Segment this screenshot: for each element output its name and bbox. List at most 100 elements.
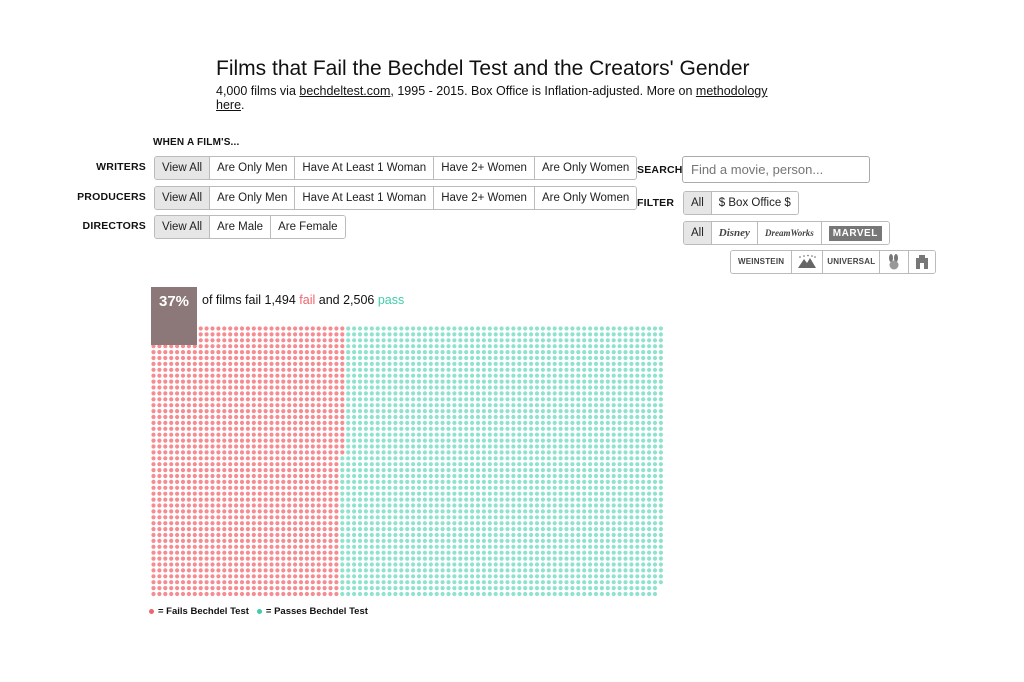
pass-dot[interactable] xyxy=(381,450,386,455)
pass-dot[interactable] xyxy=(422,426,427,431)
fail-dot[interactable] xyxy=(216,326,221,331)
pass-dot[interactable] xyxy=(434,397,439,402)
pass-dot[interactable] xyxy=(464,591,469,597)
pass-dot[interactable] xyxy=(511,479,516,484)
pass-dot[interactable] xyxy=(629,544,634,549)
pass-dot[interactable] xyxy=(475,503,481,508)
pass-dot[interactable] xyxy=(652,591,658,597)
fail-dot[interactable] xyxy=(192,515,197,520)
pass-dot[interactable] xyxy=(534,420,540,425)
fail-dot[interactable] xyxy=(328,586,333,591)
pass-dot[interactable] xyxy=(352,485,357,490)
pass-dot[interactable] xyxy=(570,468,575,473)
fail-dot[interactable] xyxy=(234,344,239,349)
fail-dot[interactable] xyxy=(251,391,256,396)
fail-dot[interactable] xyxy=(234,403,239,408)
pass-dot[interactable] xyxy=(422,468,427,473)
pass-dot[interactable] xyxy=(658,485,664,490)
pass-dot[interactable] xyxy=(658,544,664,549)
fail-dot[interactable] xyxy=(257,544,262,549)
pass-dot[interactable] xyxy=(540,385,546,390)
pass-dot[interactable] xyxy=(440,473,445,479)
pass-dot[interactable] xyxy=(652,338,658,343)
fail-dot[interactable] xyxy=(222,385,227,390)
fail-dot[interactable] xyxy=(251,521,256,526)
pass-dot[interactable] xyxy=(422,350,427,355)
fail-dot[interactable] xyxy=(216,515,221,520)
pass-dot[interactable] xyxy=(475,527,481,532)
pass-dot[interactable] xyxy=(440,491,445,496)
fail-dot[interactable] xyxy=(263,550,268,555)
pass-dot[interactable] xyxy=(369,538,374,544)
fail-dot[interactable] xyxy=(251,503,256,508)
fail-dot[interactable] xyxy=(257,403,262,408)
pass-dot[interactable] xyxy=(570,338,575,343)
pass-dot[interactable] xyxy=(641,326,646,331)
pass-dot[interactable] xyxy=(375,580,380,585)
pass-dot[interactable] xyxy=(599,344,605,349)
fail-dot[interactable] xyxy=(298,367,304,372)
pass-dot[interactable] xyxy=(588,385,593,390)
pass-dot[interactable] xyxy=(387,420,392,425)
pass-dot[interactable] xyxy=(505,568,510,573)
pass-dot[interactable] xyxy=(647,473,652,479)
fail-dot[interactable] xyxy=(228,426,233,431)
pass-dot[interactable] xyxy=(440,509,445,514)
pass-dot[interactable] xyxy=(652,450,658,455)
fail-dot[interactable] xyxy=(216,420,221,425)
fail-dot[interactable] xyxy=(192,491,197,496)
pass-dot[interactable] xyxy=(658,574,664,579)
pass-dot[interactable] xyxy=(470,338,475,343)
pass-dot[interactable] xyxy=(534,409,540,414)
pass-dot[interactable] xyxy=(635,491,640,496)
pass-dot[interactable] xyxy=(458,485,463,490)
fail-dot[interactable] xyxy=(175,468,180,473)
pass-dot[interactable] xyxy=(529,532,534,538)
fail-dot[interactable] xyxy=(269,409,274,414)
pass-dot[interactable] xyxy=(623,397,628,402)
pass-dot[interactable] xyxy=(605,556,610,561)
pass-dot[interactable] xyxy=(629,580,634,585)
fail-dot[interactable] xyxy=(275,350,280,355)
pass-dot[interactable] xyxy=(540,550,546,555)
pass-dot[interactable] xyxy=(458,527,463,532)
pass-dot[interactable] xyxy=(652,479,658,484)
fail-dot[interactable] xyxy=(293,332,298,337)
pass-dot[interactable] xyxy=(470,586,475,591)
pass-dot[interactable] xyxy=(529,527,534,532)
pass-dot[interactable] xyxy=(505,562,510,567)
fail-dot[interactable] xyxy=(293,544,298,549)
fail-dot[interactable] xyxy=(239,373,245,378)
pass-dot[interactable] xyxy=(493,521,498,526)
pass-dot[interactable] xyxy=(505,438,510,443)
pass-dot[interactable] xyxy=(352,456,357,461)
pass-dot[interactable] xyxy=(658,468,664,473)
fail-dot[interactable] xyxy=(198,556,203,561)
pass-dot[interactable] xyxy=(452,426,457,431)
pass-dot[interactable] xyxy=(381,432,386,437)
pass-dot[interactable] xyxy=(641,544,646,549)
pass-dot[interactable] xyxy=(635,556,640,561)
pass-dot[interactable] xyxy=(505,550,510,555)
pass-dot[interactable] xyxy=(658,373,664,378)
fail-dot[interactable] xyxy=(281,403,286,408)
fail-dot[interactable] xyxy=(287,355,292,361)
fail-dot[interactable] xyxy=(257,462,262,467)
pass-dot[interactable] xyxy=(499,574,504,579)
pass-dot[interactable] xyxy=(381,586,386,591)
pass-dot[interactable] xyxy=(458,468,463,473)
fail-dot[interactable] xyxy=(175,485,180,490)
pass-dot[interactable] xyxy=(529,438,534,443)
pass-dot[interactable] xyxy=(387,515,392,520)
pass-dot[interactable] xyxy=(576,586,581,591)
pass-dot[interactable] xyxy=(617,338,622,343)
pass-dot[interactable] xyxy=(428,450,433,455)
fail-dot[interactable] xyxy=(281,397,286,402)
fail-dot[interactable] xyxy=(234,338,239,343)
pass-dot[interactable] xyxy=(475,479,481,484)
pass-dot[interactable] xyxy=(393,544,398,549)
fail-dot[interactable] xyxy=(210,397,215,402)
fail-dot[interactable] xyxy=(222,391,227,396)
pass-dot[interactable] xyxy=(599,355,605,361)
pass-dot[interactable] xyxy=(357,515,363,520)
